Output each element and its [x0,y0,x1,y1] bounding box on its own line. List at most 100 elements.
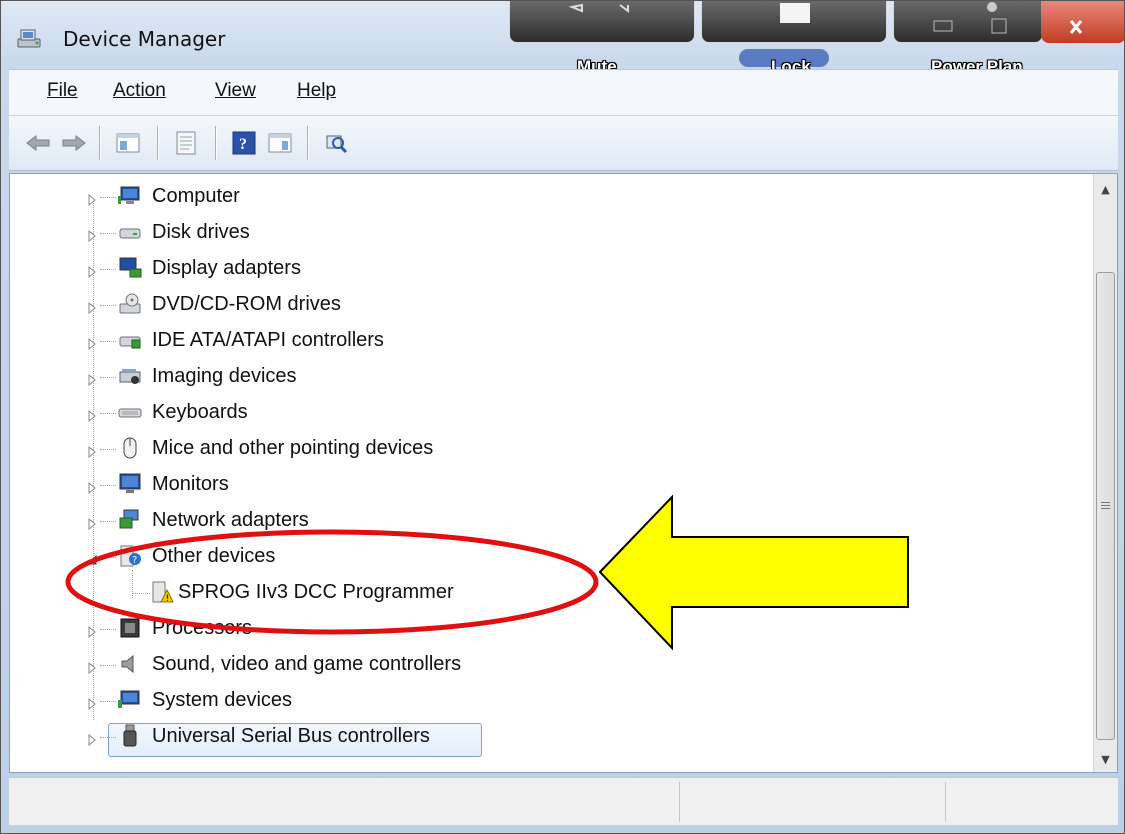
expand-arrow-icon[interactable] [86,695,98,711]
speaker-icon [118,652,142,676]
scroll-up-arrow[interactable]: ▲ [1094,178,1117,200]
expand-arrow-icon[interactable] [86,515,98,531]
processor-icon [118,616,142,640]
action-pane-icon[interactable] [265,128,295,158]
tree-category-item[interactable]: Processors [10,612,1010,646]
forward-icon[interactable] [59,128,89,158]
display-adapter-icon [118,256,142,280]
warning-device-icon: ! [150,580,174,604]
disk-drive-icon [118,220,142,244]
expand-arrow-icon[interactable] [86,263,98,279]
collapse-arrow-icon[interactable] [86,551,98,565]
expand-arrow-icon[interactable] [86,659,98,675]
expand-arrow-icon[interactable] [86,191,98,207]
tree-category-item[interactable]: System devices [10,684,1010,718]
toolbar-separator [157,126,159,160]
toolbar-separator [215,126,217,160]
tree-category-item[interactable]: Computer [10,180,1010,214]
tree-item-label: Mice and other pointing devices [152,437,434,459]
status-separator [945,782,946,822]
device-manager-app-icon [15,27,45,49]
expand-arrow-icon[interactable] [86,371,98,387]
tree-category-item[interactable]: Mice and other pointing devices [10,432,1010,466]
svg-text:?: ? [239,136,247,153]
menu-help[interactable]: Help [297,80,336,102]
close-button[interactable] [1041,1,1124,43]
tree-category-item[interactable]: Keyboards [10,396,1010,430]
power-plan-icon [933,2,1007,34]
tree-category-item[interactable]: ? Other devices [10,540,1010,574]
tree-category-item[interactable]: Universal Serial Bus controllers [10,720,1010,754]
tree-item-label: Sound, video and game controllers [152,653,462,675]
lock-button[interactable] [701,1,887,43]
monitor-icon [118,472,142,496]
menu-bar: File Action View Help [9,69,1118,115]
expand-arrow-icon[interactable] [86,335,98,351]
power-plan-button[interactable] [893,1,1043,43]
ide-controller-icon [118,328,142,352]
system-device-icon [118,688,142,712]
tree-item-label: Display adapters [152,257,301,279]
lock-icon [780,3,810,23]
tree-item-label: IDE ATA/ATAPI controllers [152,329,384,351]
unknown-device-icon: ? [118,544,142,568]
network-adapter-icon [118,508,142,532]
tree-category-item[interactable]: Disk drives [10,216,1010,250]
vertical-scrollbar[interactable]: ▲ ▼ [1093,174,1117,772]
tree-category-item[interactable]: Imaging devices [10,360,1010,394]
title-bar[interactable]: Device Manager Mute Lock Power Plan [1,1,1124,76]
menu-action[interactable]: Action [113,80,166,102]
expand-arrow-icon[interactable] [86,407,98,423]
svg-text:!: ! [166,594,170,604]
tree-item-label: DVD/CD-ROM drives [152,293,341,315]
mute-icon [568,3,629,13]
tree-item-label: Keyboards [152,401,248,423]
tree-category-item[interactable]: Sound, video and game controllers [10,648,1010,682]
back-icon[interactable] [23,128,53,158]
tree-item-label: Other devices [152,545,276,567]
expand-arrow-icon[interactable] [86,479,98,495]
expand-arrow-icon[interactable] [86,299,98,315]
tree-category-item[interactable]: Monitors [10,468,1010,502]
tree-item-label: Network adapters [152,509,309,531]
status-separator [679,782,680,822]
tree-item-label: Computer [152,185,240,207]
toolbar-separator [99,126,101,160]
close-icon [1069,20,1083,34]
tree-category-item[interactable]: Network adapters [10,504,1010,538]
toolbar-separator [307,126,309,160]
computer-icon [118,184,142,208]
device-tree[interactable]: Computer Disk drives Display adapters DVD/C… [9,173,1118,773]
tree-category-item[interactable]: Display adapters [10,252,1010,286]
dvd-drive-icon [118,292,142,316]
scan-hardware-icon[interactable] [321,128,351,158]
expand-arrow-icon[interactable] [86,227,98,243]
svg-text:?: ? [132,555,137,566]
mouse-icon [118,436,142,460]
tree-child-item[interactable]: ! SPROG IIv3 DCC Programmer [10,576,1010,610]
help-icon[interactable]: ? [229,128,259,158]
properties-icon[interactable] [171,128,201,158]
tree-category-item[interactable]: DVD/CD-ROM drives [10,288,1010,322]
menu-view[interactable]: View [215,80,256,102]
tree-item-label: System devices [152,689,293,711]
show-hide-console-tree-icon[interactable] [113,128,143,158]
expand-arrow-icon[interactable] [86,731,98,747]
device-manager-window: Device Manager Mute Lock Power Plan File… [0,0,1125,834]
toolbar: ? [9,115,1118,171]
tree-item-label: Monitors [152,473,229,495]
scroll-down-arrow[interactable]: ▼ [1094,748,1117,770]
mute-button[interactable] [509,1,695,43]
window-title: Device Manager [63,27,226,51]
expand-arrow-icon[interactable] [86,623,98,639]
expand-arrow-icon[interactable] [86,443,98,459]
tree-item-label: Universal Serial Bus controllers [152,725,430,747]
scroll-thumb[interactable] [1096,272,1115,740]
tree-item-label: Disk drives [152,221,250,243]
tree-item-label: SPROG IIv3 DCC Programmer [178,581,454,603]
status-bar [9,777,1118,825]
tree-item-label: Processors [152,617,253,639]
usb-icon [118,724,142,748]
menu-file[interactable]: File [47,80,78,102]
tree-category-item[interactable]: IDE ATA/ATAPI controllers [10,324,1010,358]
